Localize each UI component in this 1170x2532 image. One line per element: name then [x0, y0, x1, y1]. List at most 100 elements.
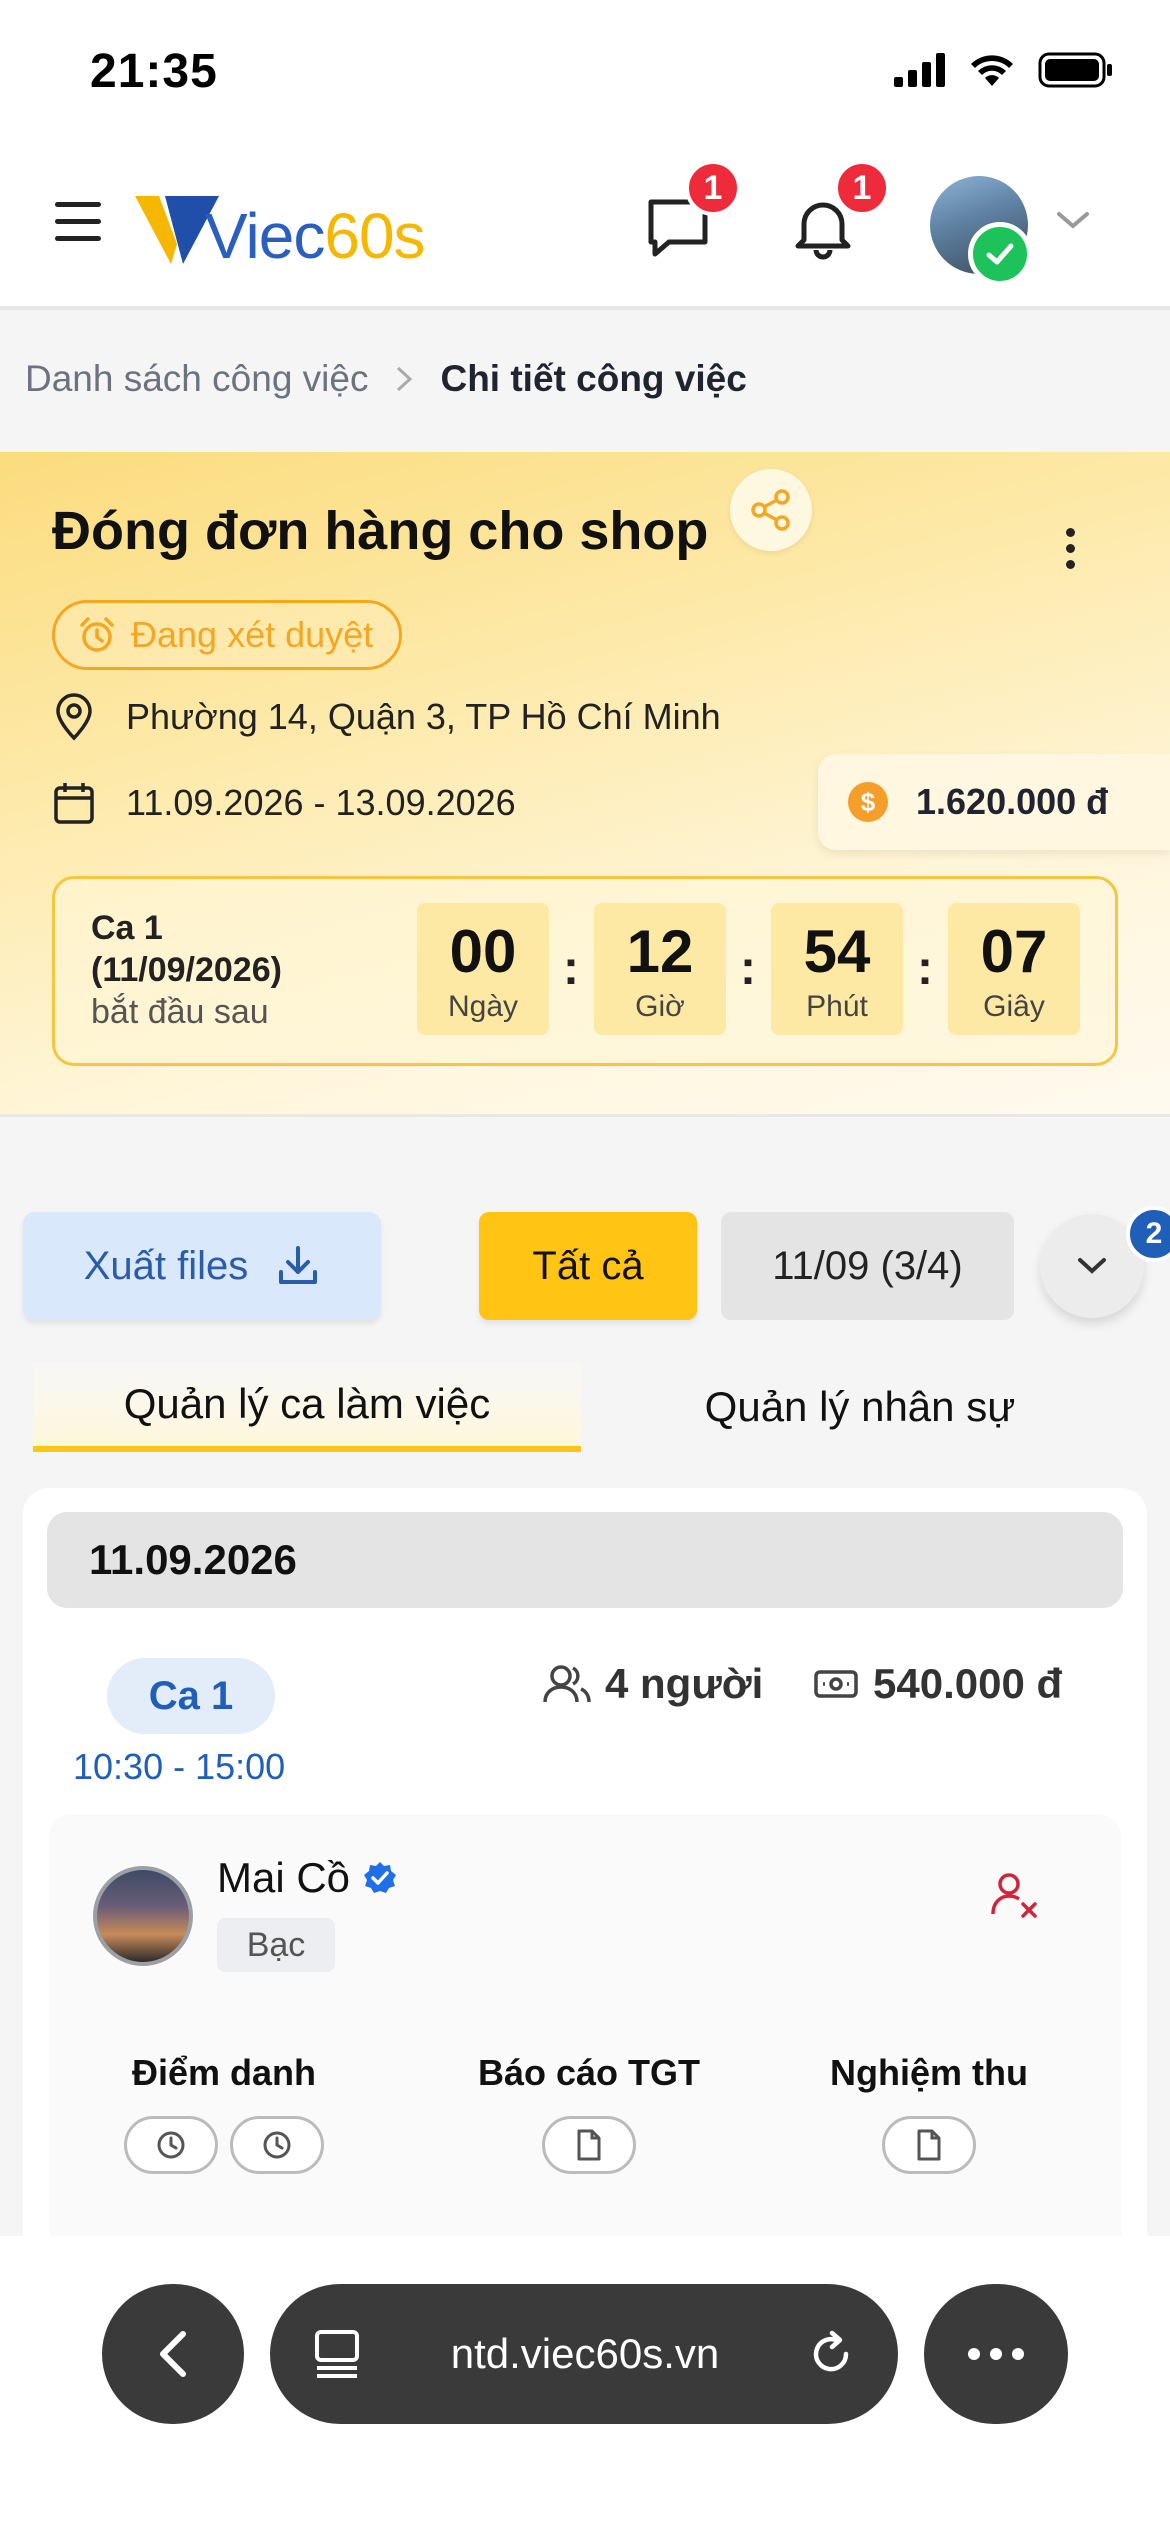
job-location: Phường 14, Quận 3, TP Hồ Chí Minh: [126, 696, 721, 737]
logo-text-main: Viec: [205, 200, 325, 272]
countdown-separator: :: [917, 942, 933, 995]
location-pin-icon: [56, 693, 92, 741]
countdown-hours: 12 Giờ: [594, 903, 726, 1035]
shift-countdown: Ca 1 (11/09/2026) bắt đầu sau 00 Ngày : …: [52, 876, 1118, 1066]
shift-name-badge: Ca 1: [107, 1658, 275, 1734]
countdown-seconds: 07 Giây: [948, 903, 1080, 1035]
more-dates-button[interactable]: 2: [1040, 1206, 1170, 1318]
browser-toolbar: ntd.viec60s.vn: [0, 2236, 1170, 2532]
report-title: Báo cáo TGT: [477, 2052, 701, 2093]
countdown-days-unit: Ngày: [447, 990, 519, 1023]
filter-all-button[interactable]: Tất cả: [479, 1212, 697, 1320]
attendance-column: Điểm danh: [119, 2052, 329, 2174]
more-dates-badge: 2: [1126, 1206, 1170, 1262]
browser-back-button[interactable]: [102, 2284, 244, 2424]
notifications-button[interactable]: 1: [788, 160, 890, 262]
status-text: Đang xét duyệt: [131, 614, 374, 655]
countdown-separator: :: [563, 942, 579, 995]
salary-amount: 1.620.000 đ: [916, 781, 1109, 822]
job-date-range: 11.09.2026 - 13.09.2026: [126, 782, 516, 823]
check-in-button[interactable]: [124, 2116, 218, 2174]
filter-date-button[interactable]: 11/09 (3/4): [721, 1212, 1014, 1320]
acceptance-title: Nghiệm thu: [830, 2052, 1028, 2093]
share-button[interactable]: [730, 469, 812, 551]
shift-people-count: 4 người: [543, 1660, 763, 1708]
shift-pay: 540.000 đ: [813, 1660, 1062, 1708]
menu-icon[interactable]: [55, 202, 101, 244]
countdown-starts-label: bắt đầu sau: [91, 993, 269, 1031]
chevron-down-icon: [1078, 1258, 1106, 1274]
remove-worker-icon[interactable]: [989, 1870, 1041, 1922]
countdown-minutes-unit: Phút: [806, 990, 868, 1023]
people-icon: [543, 1665, 591, 1703]
worker-name-row: Mai Cồ: [217, 1854, 398, 1902]
alarm-clock-icon: [80, 617, 114, 652]
tab-shift-management[interactable]: Quản lý ca làm việc: [33, 1362, 581, 1452]
countdown-hours-value: 12: [626, 918, 694, 985]
check-out-button[interactable]: [230, 2116, 324, 2174]
countdown-separator: :: [740, 942, 756, 995]
job-title: Đóng đơn hàng cho shop: [52, 501, 709, 561]
file-icon: [917, 2129, 941, 2161]
job-salary: $ 1.620.000 đ: [818, 754, 1170, 850]
breadcrumb-job-list[interactable]: Danh sách công việc: [25, 358, 368, 400]
breadcrumb: Danh sách công việc Chi tiết công việc: [25, 358, 747, 400]
countdown-seconds-unit: Giây: [983, 990, 1045, 1023]
file-icon: [577, 2129, 601, 2161]
countdown-minutes-value: 54: [803, 918, 871, 985]
chevron-left-icon: [160, 2331, 186, 2377]
status-time: 21:35: [90, 45, 218, 98]
job-summary-card: Đóng đơn hàng cho shop Đang xét duyệt Ph…: [0, 452, 1170, 1117]
calendar-icon: [54, 783, 94, 824]
export-label: Xuất files: [83, 1243, 249, 1288]
export-files-button[interactable]: Xuất files: [23, 1212, 381, 1320]
job-date-row: 11.09.2026 - 13.09.2026: [52, 780, 516, 826]
brand-logo[interactable]: Viec60s: [135, 188, 426, 268]
people-count: 4 người: [605, 1660, 764, 1707]
worker-name[interactable]: Mai Cồ: [217, 1854, 350, 1902]
countdown-days-value: 00: [449, 918, 517, 985]
countdown-minutes: 54 Phút: [771, 903, 903, 1035]
user-avatar[interactable]: [930, 176, 1032, 286]
clock-icon: [263, 2131, 291, 2159]
app-header: Viec60s 1 1: [0, 150, 1170, 310]
signal-icon: [894, 53, 945, 87]
report-file-button[interactable]: [542, 2116, 636, 2174]
messages-button[interactable]: 1: [643, 160, 741, 262]
worker-avatar[interactable]: [93, 1866, 193, 1966]
chevron-right-icon: [397, 366, 413, 392]
coin-icon: $: [848, 782, 888, 822]
wifi-icon: [971, 55, 1013, 86]
shift-date-header: 11.09.2026: [47, 1512, 1123, 1608]
more-options-icon[interactable]: [1060, 528, 1080, 576]
logo-text-num: 60s: [324, 200, 425, 272]
countdown-label: Ca 1 (11/09/2026) bắt đầu sau: [91, 907, 282, 1033]
battery-icon: [1038, 52, 1112, 88]
cash-icon: [814, 1670, 858, 1698]
pay-amount: 540.000 đ: [873, 1660, 1063, 1707]
browser-url: ntd.viec60s.vn: [450, 2330, 720, 2377]
browser-more-button[interactable]: [924, 2284, 1068, 2424]
browser-address-bar[interactable]: ntd.viec60s.vn: [270, 2284, 898, 2424]
job-location-row: Phường 14, Quận 3, TP Hồ Chí Minh: [52, 692, 721, 742]
worker-rank-badge: Bạc: [217, 1918, 335, 1972]
tabs-icon: [315, 2330, 359, 2378]
report-column: Báo cáo TGT: [469, 2052, 709, 2174]
status-badge: Đang xét duyệt: [52, 600, 403, 670]
tab-staff-management[interactable]: Quản lý nhân sự: [630, 1362, 1090, 1452]
ellipsis-icon: [968, 2348, 1024, 2360]
breadcrumb-current: Chi tiết công việc: [440, 358, 747, 399]
countdown-shift-name: Ca 1: [91, 909, 163, 947]
attendance-title: Điểm danh: [131, 2052, 317, 2093]
reload-icon[interactable]: [806, 2329, 856, 2379]
clock-icon: [157, 2131, 185, 2159]
shift-time: 10:30 - 15:00: [73, 1746, 286, 1787]
countdown-hours-unit: Giờ: [635, 990, 685, 1023]
acceptance-column: Nghiệm thu: [809, 2052, 1049, 2174]
countdown-seconds-value: 07: [980, 918, 1048, 985]
verified-badge-icon: [364, 1862, 397, 1893]
logo-text: Viec60s: [205, 204, 426, 268]
chevron-down-icon[interactable]: [1055, 208, 1091, 232]
countdown-shift-date: (11/09/2026): [91, 951, 282, 989]
acceptance-file-button[interactable]: [882, 2116, 976, 2174]
